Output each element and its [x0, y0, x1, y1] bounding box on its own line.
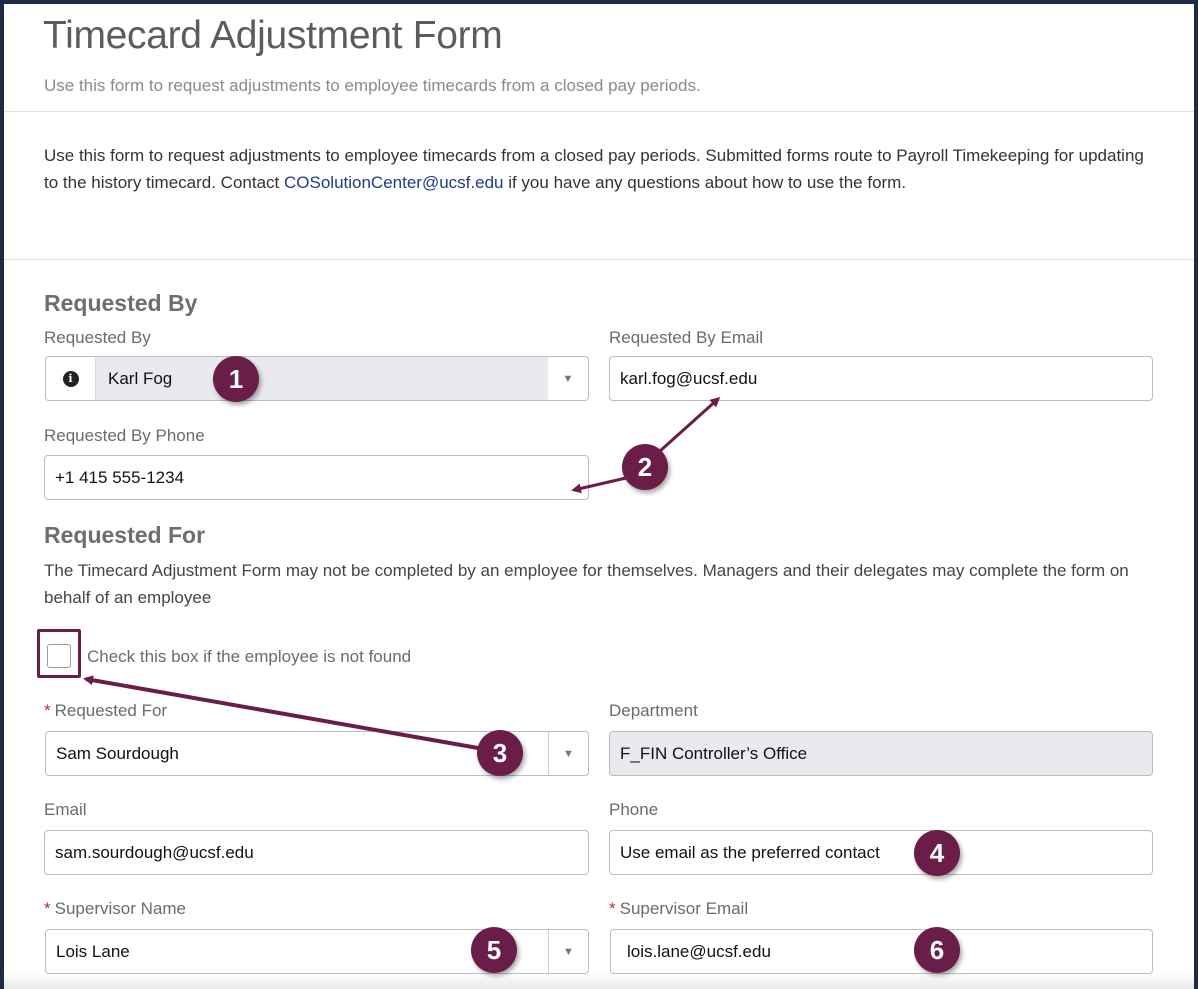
phone-value: Use email as the preferred contact	[620, 842, 880, 862]
required-marker: *	[44, 701, 51, 720]
requested-by-phone-label: Requested By Phone	[44, 426, 205, 445]
requested-for-label-text: Requested For	[54, 701, 168, 720]
divider	[4, 111, 1194, 112]
supervisor-name-label-text: Supervisor Name	[54, 899, 186, 918]
employee-not-found-label: Check this box if the employee is not fo…	[87, 647, 412, 666]
supervisor-email-field[interactable]: lois.lane@ucsf.edu	[610, 929, 1153, 974]
phone-label: Phone	[609, 800, 659, 819]
phone-field[interactable]: Use email as the preferred contact	[609, 830, 1153, 875]
requested-by-value: Karl Fog	[96, 357, 548, 400]
callout-badge-3: 3	[477, 730, 523, 776]
email-value: sam.sourdough@ucsf.edu	[55, 842, 254, 862]
requested-for-section-title: Requested For	[44, 522, 206, 548]
department-field: F_FIN Controller’s Office	[609, 731, 1153, 776]
callout-badge-5: 5	[471, 927, 517, 973]
requested-by-lookup[interactable]: i Karl Fog ▼	[45, 356, 589, 401]
requested-by-email-value: karl.fog@ucsf.edu	[620, 368, 758, 388]
divider	[4, 259, 1194, 260]
callout-badge-4: 4	[914, 830, 960, 876]
supervisor-email-label-text: Supervisor Email	[619, 899, 749, 918]
page-subtitle: Use this form to request adjustments to …	[44, 76, 701, 95]
requested-by-label: Requested By	[44, 328, 151, 347]
requested-for-description: The Timecard Adjustment Form may not be …	[44, 561, 1129, 607]
info-button[interactable]: i	[46, 357, 96, 400]
callout-badge-6: 6	[914, 927, 960, 973]
requested-for-label: * Requested For	[44, 701, 167, 721]
supervisor-email-value: lois.lane@ucsf.edu	[627, 941, 771, 961]
intro-text: Use this form to request adjustments to …	[44, 142, 1154, 196]
callout-badge-1: 1	[213, 356, 259, 402]
caret-down-icon[interactable]: ▼	[548, 732, 588, 775]
intro-text-after: if you have any questions about how to u…	[503, 173, 907, 192]
requested-by-phone-field[interactable]: +1 415 555-1234	[44, 455, 589, 500]
solution-center-email-link[interactable]: COSolutionCenter@ucsf.edu	[284, 173, 503, 192]
callout-badge-2: 2	[622, 444, 668, 490]
supervisor-email-label: * Supervisor Email	[609, 899, 748, 919]
supervisor-name-label: * Supervisor Name	[44, 899, 186, 919]
department-label: Department	[609, 701, 698, 720]
checkbox-highlight-box	[37, 629, 81, 678]
info-icon: i	[62, 370, 79, 387]
required-marker: *	[44, 899, 51, 918]
email-field[interactable]: sam.sourdough@ucsf.edu	[44, 830, 589, 875]
requested-by-phone-value: +1 415 555-1234	[55, 467, 185, 487]
requested-for-value: Sam Sourdough	[56, 743, 179, 763]
department-value: F_FIN Controller’s Office	[620, 743, 808, 763]
bottom-fade	[4, 972, 1194, 989]
required-marker: *	[609, 899, 616, 918]
email-label: Email	[44, 800, 87, 819]
requested-by-email-label: Requested By Email	[609, 328, 764, 347]
page-title: Timecard Adjustment Form	[43, 14, 503, 57]
requested-by-email-field[interactable]: karl.fog@ucsf.edu	[609, 356, 1153, 401]
caret-down-icon[interactable]: ▼	[548, 930, 588, 973]
caret-down-icon[interactable]: ▼	[548, 357, 588, 400]
requested-by-section-title: Requested By	[44, 290, 198, 316]
